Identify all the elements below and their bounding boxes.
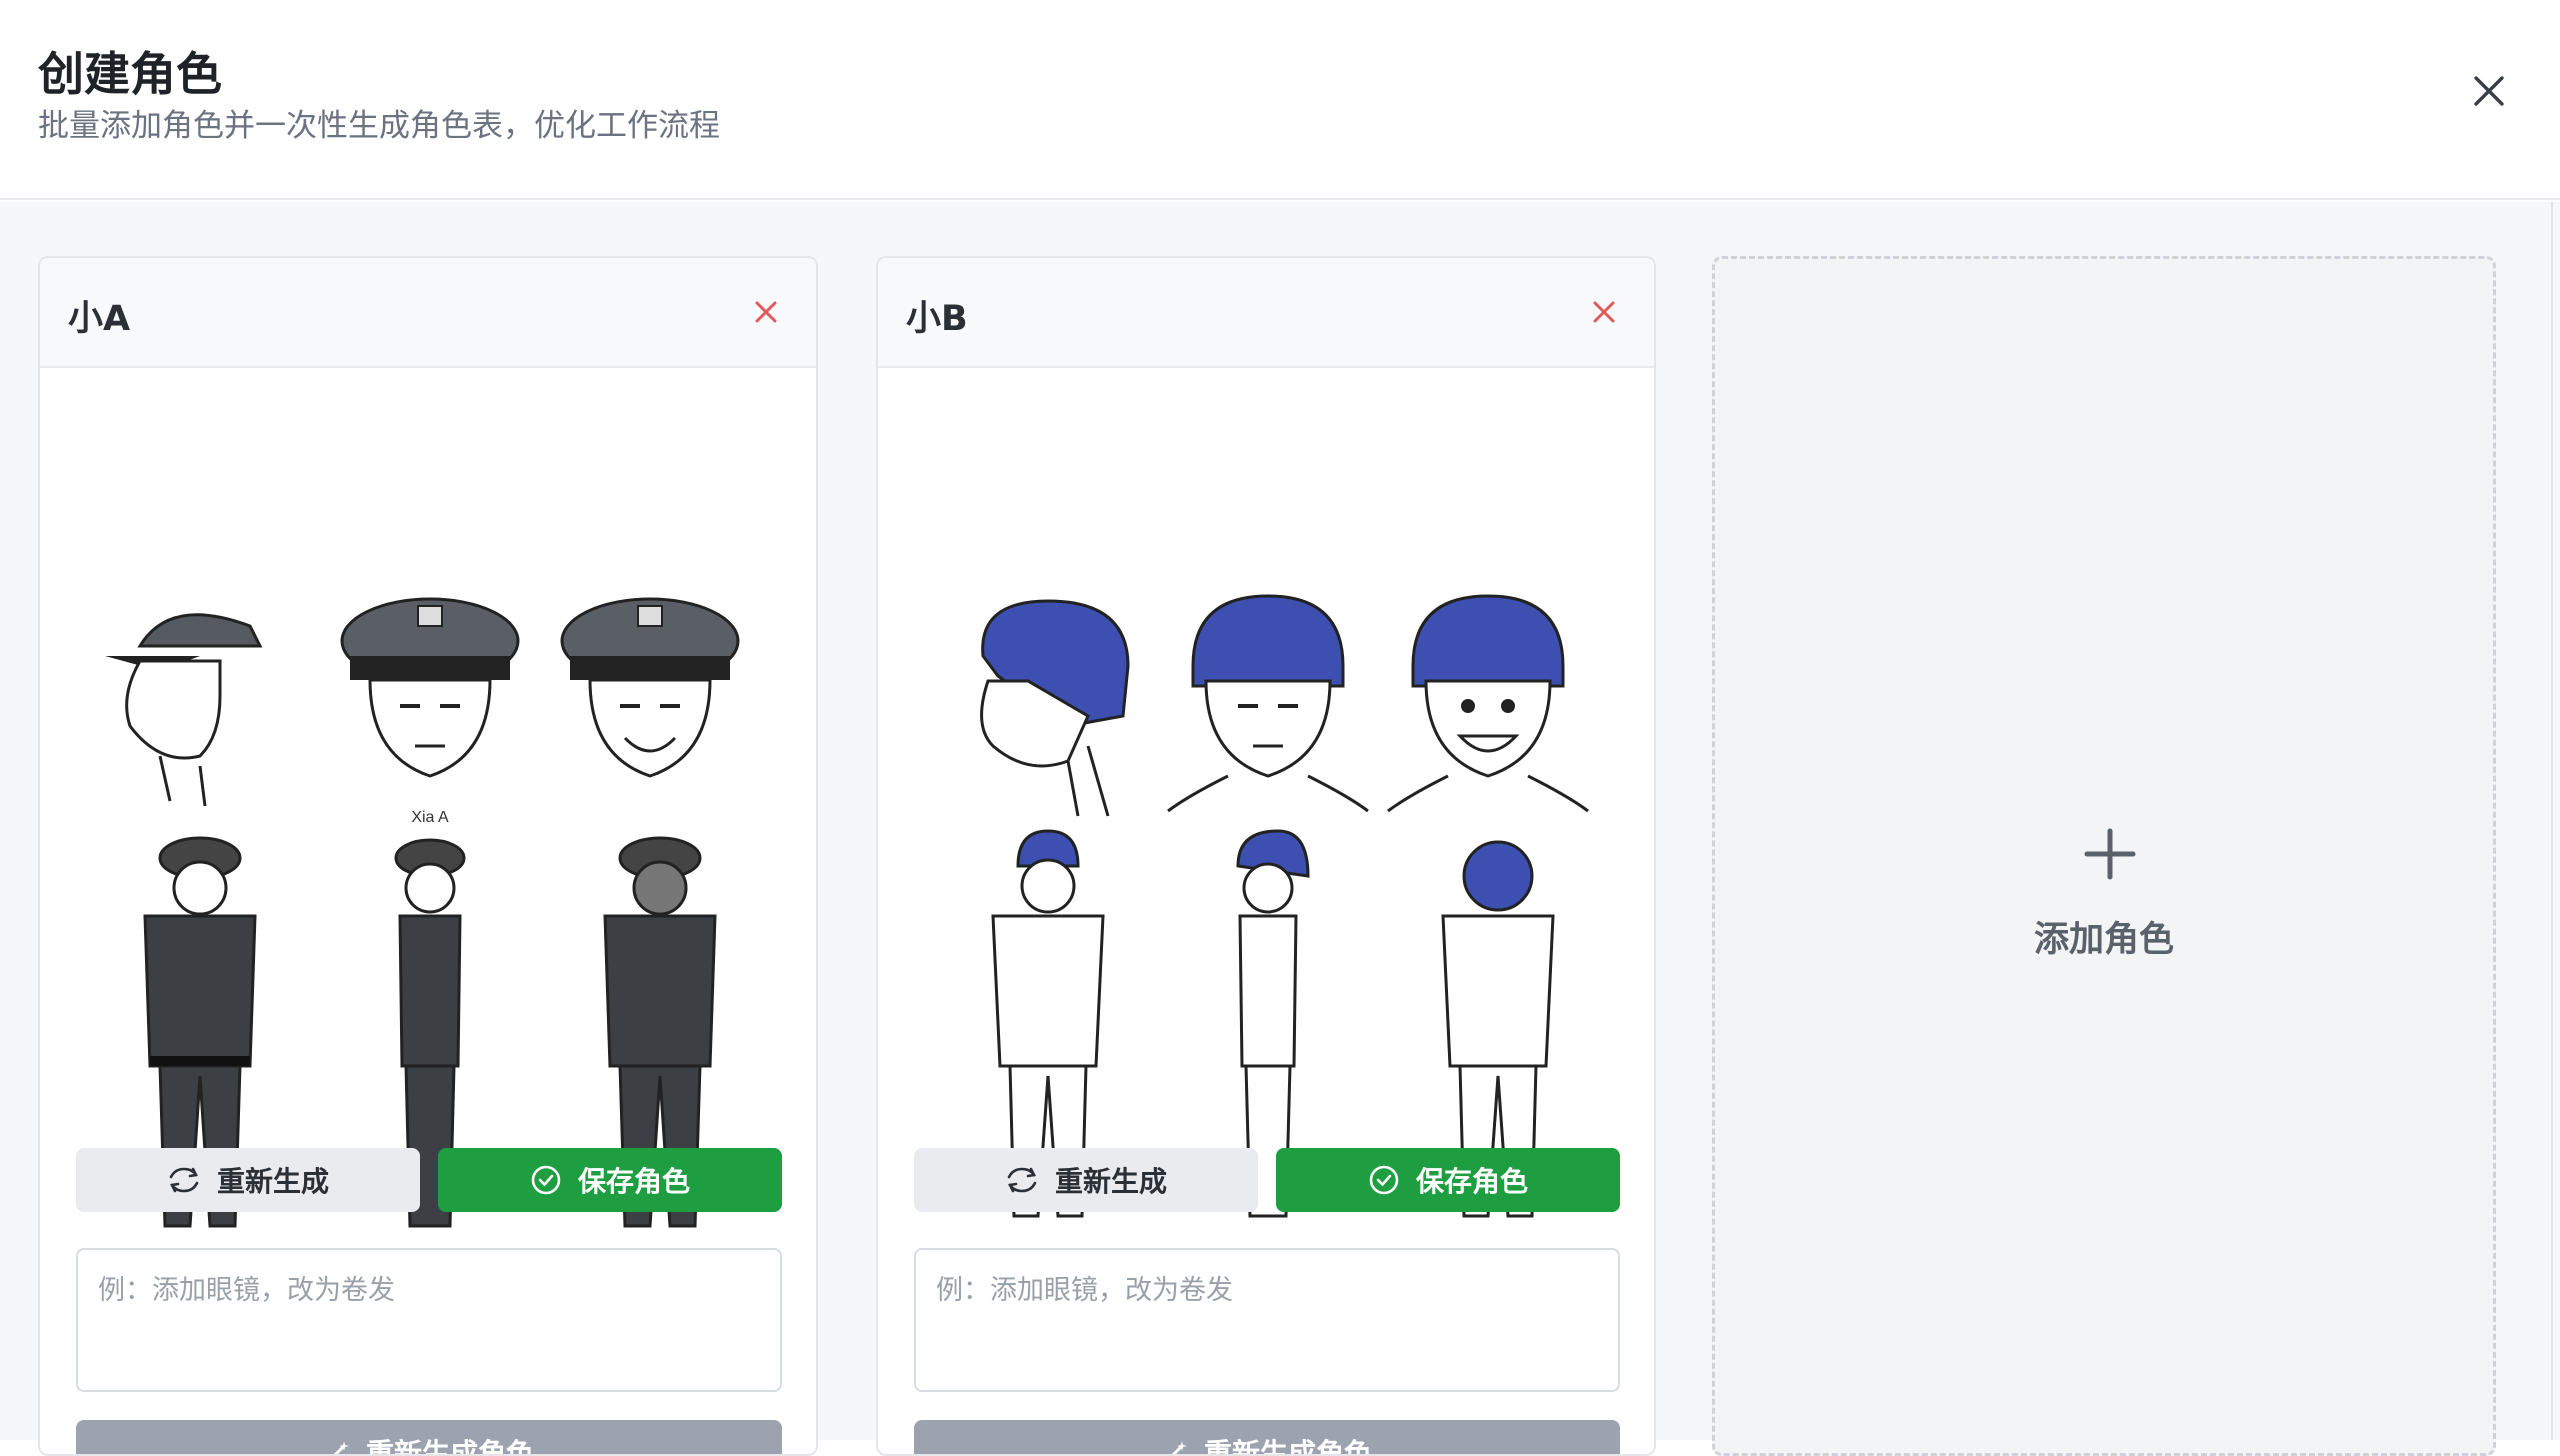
character-name: 小A [68,299,131,339]
dialog-subtitle: 批量添加角色并一次性生成角色表，优化工作流程 [38,108,720,144]
save-character-button[interactable]: 保存角色 [438,1148,782,1212]
card-header: 小B [878,258,1654,368]
magic-wand-icon [333,1441,349,1454]
add-character-label: 添加角色 [2033,920,2174,960]
plus-icon [2084,828,2136,880]
character-name: 小B [906,299,968,339]
remove-character-icon[interactable] [1584,292,1624,332]
regenerate-label: 重新生成 [216,1165,329,1198]
close-icon[interactable] [2462,64,2516,118]
vertical-scrollbar[interactable] [2551,202,2553,1440]
character-sheet-image [898,536,1634,1218]
save-label: 保存角色 [1415,1165,1528,1198]
regenerate-button[interactable]: 重新生成 [914,1148,1258,1212]
check-circle-icon [1369,1165,1399,1195]
add-character-card[interactable]: 添加角色 [1712,256,2496,1456]
dialog-header: 创建角色 批量添加角色并一次性生成角色表，优化工作流程 [0,0,2560,200]
regenerate-character-label: 重新生成角色 [1203,1437,1372,1456]
character-sheet-image: Xia A [60,536,796,1228]
remove-character-icon[interactable] [746,292,786,332]
save-character-button[interactable]: 保存角色 [1276,1148,1620,1212]
character-card-b: 小B 重新生成 保存角色 例：添加眼镜，改为卷发 重新生成角色 [876,256,1656,1456]
save-label: 保存角色 [577,1165,690,1198]
regenerate-label: 重新生成 [1054,1165,1167,1198]
refresh-icon [169,1167,199,1193]
check-circle-icon [531,1165,561,1195]
refresh-icon [1007,1167,1037,1193]
card-header: 小A [40,258,816,368]
character-card-a: 小A Xia A 重新生成 保存角色 例：添加眼镜，改为卷发 重新生成角色 [38,256,818,1456]
edit-instructions-input[interactable] [914,1248,1620,1392]
regenerate-character-button[interactable]: 重新生成角色 [76,1420,782,1456]
regenerate-character-button[interactable]: 重新生成角色 [914,1420,1620,1456]
dialog-title: 创建角色 [38,47,222,101]
edit-instructions-input[interactable] [76,1248,782,1392]
magic-wand-icon [1171,1441,1187,1454]
regenerate-button[interactable]: 重新生成 [76,1148,420,1212]
regenerate-character-label: 重新生成角色 [365,1437,534,1456]
sheet-caption: Xia A [411,809,449,826]
